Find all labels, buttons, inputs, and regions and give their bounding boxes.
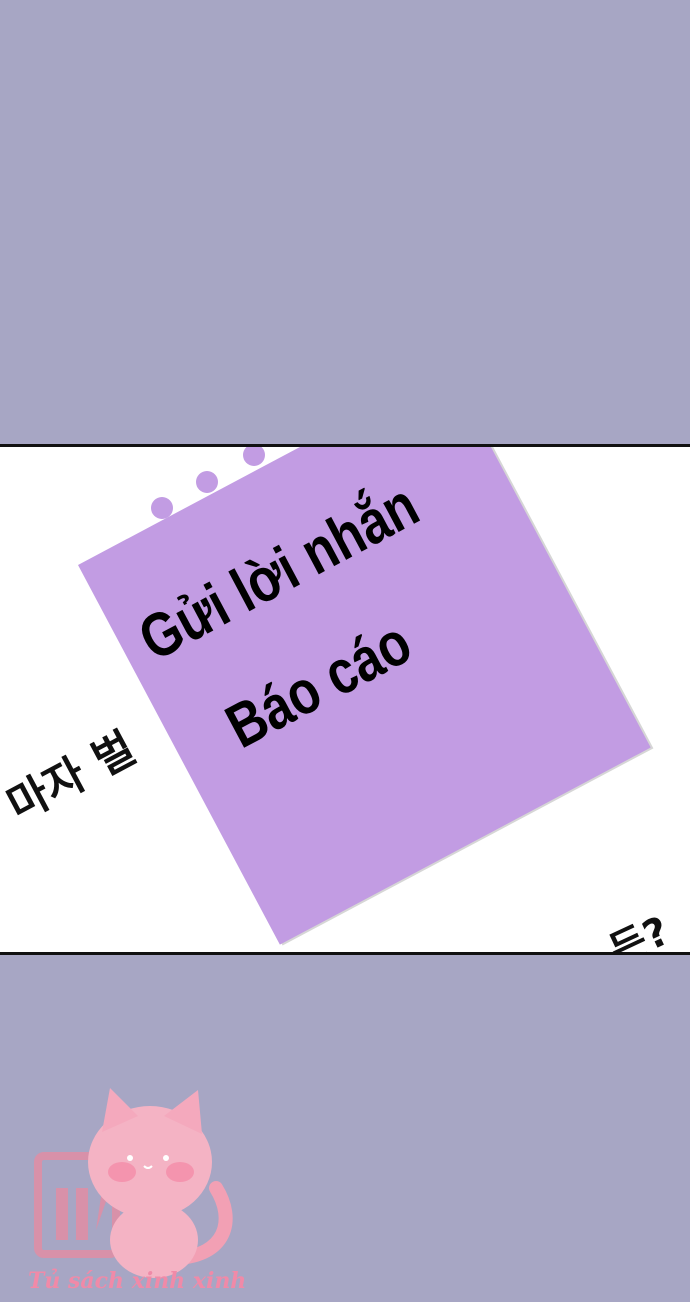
comic-panel: ㅣ 마자 벌 든? Gửi lời nhắn Báo cáo [0, 444, 690, 955]
cat-logo-watermark [34, 1088, 233, 1278]
korean-speech-left: 마자 벌 [0, 722, 144, 832]
watermark-text: Tủ sách xinh xinh [28, 1268, 247, 1294]
menu-dot-3 [243, 447, 265, 466]
menu-dot-2 [196, 471, 218, 493]
background-top [0, 0, 690, 444]
korean-speech-right: 든? [602, 908, 677, 955]
